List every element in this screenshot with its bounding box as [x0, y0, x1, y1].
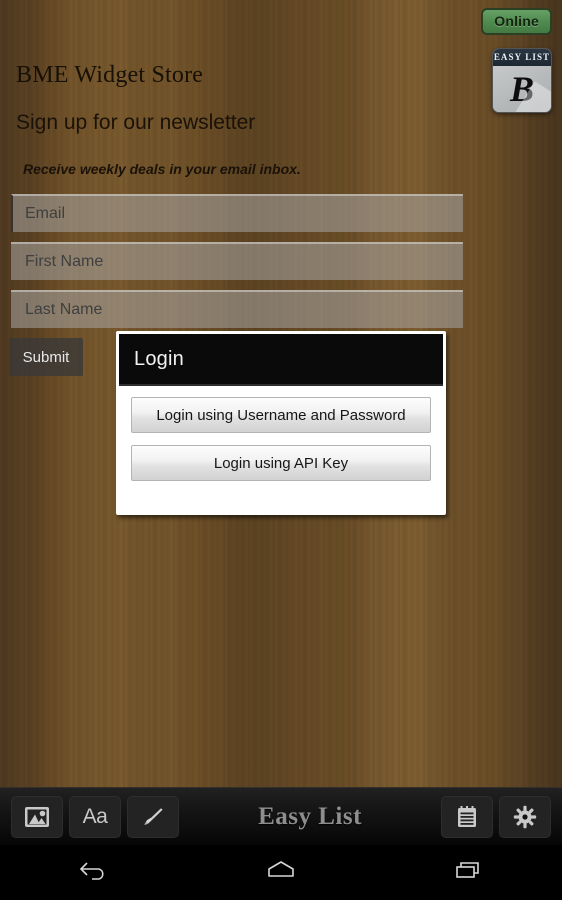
toolbar-brand-title: Easy List [258, 802, 362, 830]
dialog-body: Login using Username and Password Login … [119, 386, 443, 512]
toolbar-brush-button[interactable] [127, 795, 179, 838]
back-icon [77, 857, 111, 888]
app-logo-glyph: B [509, 69, 534, 109]
home-icon [264, 857, 298, 888]
app-toolbar: Aa Easy List [0, 787, 562, 845]
first-name-field[interactable] [11, 242, 463, 280]
login-api-key-button[interactable]: Login using API Key [131, 445, 431, 481]
toolbar-notepad-button[interactable] [441, 795, 493, 838]
app-logo-body: B [493, 66, 551, 112]
newsletter-subtext: Receive weekly deals in your email inbox… [23, 161, 301, 177]
page-title: BME Widget Store [16, 62, 204, 88]
email-field[interactable] [11, 194, 463, 232]
status-badge-label: Online [494, 13, 539, 29]
login-username-password-button[interactable]: Login using Username and Password [131, 397, 431, 433]
gear-icon [513, 805, 537, 829]
app-screen: Online EASY LIST B BME Widget Store Sign… [0, 0, 562, 900]
status-badge-online[interactable]: Online [481, 8, 552, 35]
submit-button[interactable]: Submit [9, 338, 83, 376]
dialog-titlebar: Login [119, 334, 443, 386]
font-icon: Aa [82, 805, 108, 828]
nav-home-button[interactable] [187, 845, 374, 900]
nav-back-button[interactable] [0, 845, 187, 900]
toolbar-font-button[interactable]: Aa [69, 795, 121, 838]
toolbar-settings-button[interactable] [499, 795, 551, 838]
app-logo[interactable]: EASY LIST B [492, 48, 552, 113]
android-nav-bar [0, 845, 562, 900]
dialog-title: Login [134, 347, 184, 370]
last-name-field[interactable] [11, 290, 463, 328]
login-dialog: Login Login using Username and Password … [116, 331, 446, 515]
notepad-icon [456, 805, 478, 829]
image-icon [24, 806, 50, 828]
newsletter-heading: Sign up for our newsletter [16, 111, 256, 134]
toolbar-image-button[interactable] [11, 795, 63, 838]
recents-icon [451, 857, 485, 888]
app-logo-band-label: EASY LIST [493, 49, 551, 66]
brush-icon [141, 805, 165, 829]
nav-recents-button[interactable] [375, 845, 562, 900]
